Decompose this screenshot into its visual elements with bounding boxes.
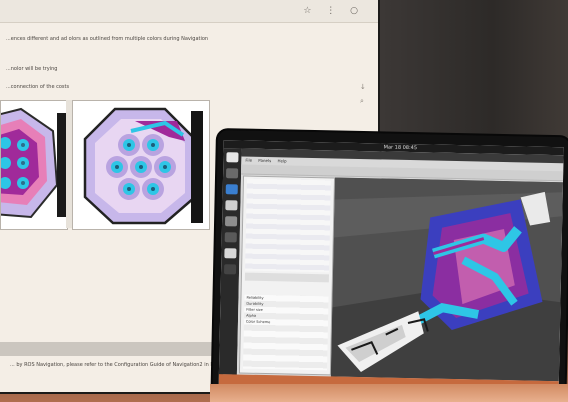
chrome-icon[interactable]: [226, 152, 239, 163]
displays-panel: Reliability Durability Filter size Alpha…: [238, 175, 336, 376]
rviz-window: File Panels Help Reliability Durability …: [236, 148, 564, 382]
app-icon[interactable]: [224, 216, 238, 227]
app-icon[interactable]: [223, 264, 237, 275]
costmap-image: [73, 101, 209, 229]
prop-row: Color Scheme: [245, 319, 271, 325]
laptop-screen: Mar 18 08:45 File Panels Help Reliabilit…: [218, 140, 564, 398]
costmap-figure-left: [0, 100, 68, 230]
displays-buttons[interactable]: [244, 272, 330, 283]
photo-scene: ☆ ⋮ ○ ...ences different and ad olors as…: [0, 0, 568, 402]
page-side-tools[interactable]: ↓ ⌕: [360, 80, 366, 108]
costmap-figure-right: [72, 100, 210, 230]
background-wall: [380, 0, 568, 150]
vscode-icon[interactable]: [225, 184, 238, 195]
app-icon[interactable]: [224, 248, 237, 259]
costmap-3d-view: [330, 177, 563, 382]
laptop: Mar 18 08:45 File Panels Help Reliabilit…: [212, 130, 568, 402]
rviz-menu-bar[interactable]: File Panels Help: [245, 158, 286, 164]
costmap-image: [1, 101, 67, 229]
files-icon[interactable]: [225, 168, 239, 179]
browser-action-icons[interactable]: ☆ ⋮ ○: [303, 6, 364, 16]
laptop-base: [210, 384, 568, 402]
system-clock: Mar 18 08:45: [383, 144, 418, 152]
3d-viewport[interactable]: [330, 177, 563, 382]
displays-tree[interactable]: [245, 178, 331, 273]
doc-text-line: ...nolor will be trying: [6, 66, 58, 72]
app-icon[interactable]: [224, 232, 237, 243]
terminal-icon[interactable]: [225, 200, 238, 211]
doc-text-line: ...ences different and ad olors as outli…: [6, 36, 209, 42]
browser-toolbar: ☆ ⋮ ○: [0, 0, 378, 23]
properties-table[interactable]: Reliability Durability Filter size Alpha…: [243, 294, 329, 371]
doc-text-line: ...connection of the costs: [6, 84, 70, 90]
